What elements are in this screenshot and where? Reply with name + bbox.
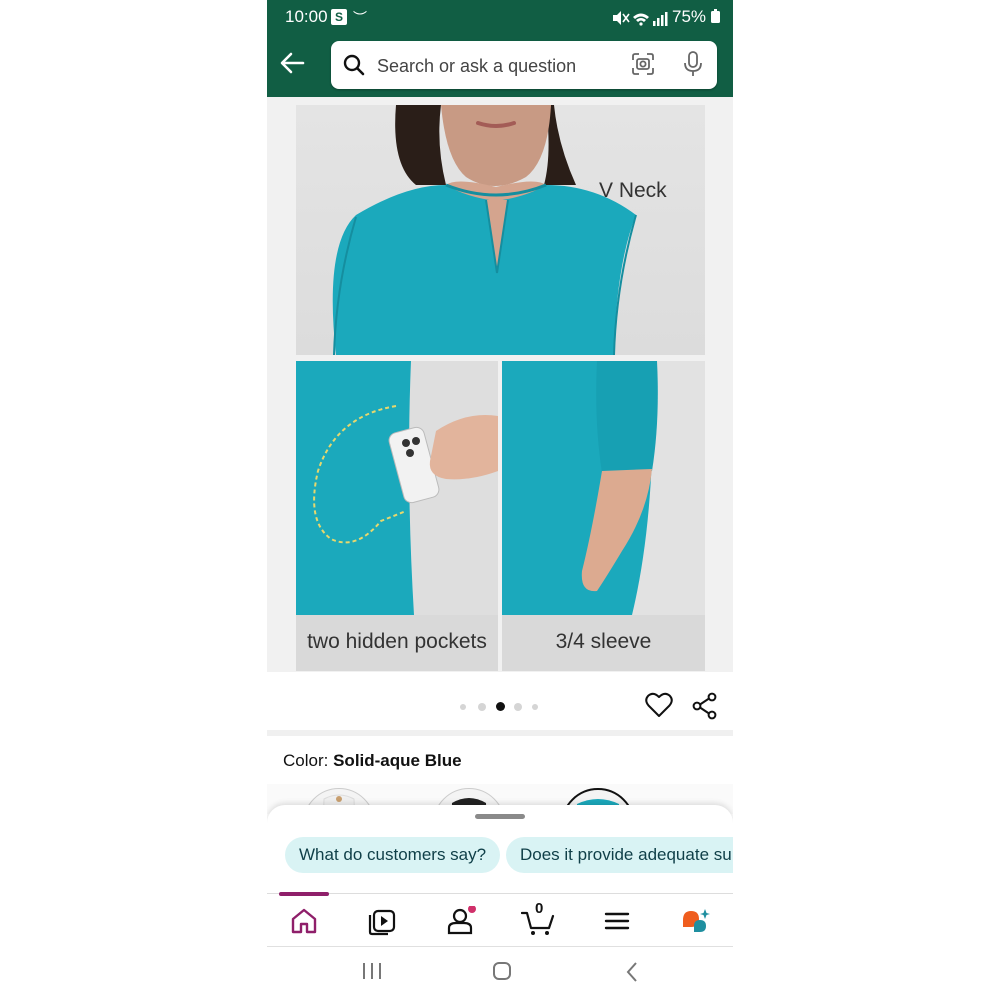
home-icon[interactable] bbox=[288, 906, 320, 936]
section-divider bbox=[267, 730, 733, 736]
active-tab-indicator bbox=[279, 892, 329, 896]
question-chip[interactable]: Does it provide adequate su bbox=[506, 837, 733, 873]
heart-icon[interactable] bbox=[645, 692, 673, 718]
battery-level: 75% bbox=[672, 7, 720, 27]
pocket-illustration bbox=[296, 361, 498, 615]
caption-sleeve: 3/4 sleeve bbox=[502, 615, 705, 671]
pager-dot-active[interactable] bbox=[496, 702, 505, 711]
caption-neck: V Neck bbox=[599, 179, 667, 202]
account-icon[interactable] bbox=[444, 906, 476, 936]
rufus-assistant-icon[interactable] bbox=[680, 906, 712, 936]
search-input[interactable] bbox=[375, 50, 609, 82]
app-badge-icon: S bbox=[331, 9, 347, 25]
recent-apps-icon[interactable] bbox=[361, 961, 383, 981]
product-image-gallery[interactable]: V Neck two hidden pockets 3/4 sleeve bbox=[267, 97, 733, 672]
notification-icon: ︶ bbox=[353, 10, 367, 26]
pager-dot[interactable] bbox=[478, 702, 486, 711]
sleeve-illustration bbox=[502, 361, 705, 615]
camera-lens-icon[interactable] bbox=[631, 52, 655, 76]
search-icon bbox=[343, 54, 365, 76]
suggested-questions-sheet: What do customers say? Does it provide a… bbox=[267, 805, 733, 893]
pager-dot[interactable] bbox=[460, 703, 466, 710]
microphone-icon[interactable] bbox=[683, 51, 703, 77]
android-navigation-bar bbox=[267, 947, 733, 1000]
battery-percent: 75% bbox=[672, 7, 707, 26]
cart-count: 0 bbox=[535, 900, 544, 917]
color-value: Solid-aque Blue bbox=[333, 751, 462, 770]
app-header: 10:00 S ︶ 75% bbox=[267, 0, 733, 97]
status-bar: 10:00 S ︶ 75% bbox=[267, 0, 733, 34]
sheet-drag-handle[interactable] bbox=[475, 814, 525, 819]
color-selection-label: Color: Solid-aque Blue bbox=[283, 751, 462, 771]
question-chip[interactable]: What do customers say? bbox=[285, 837, 501, 873]
bottom-navigation: 0 bbox=[267, 892, 733, 946]
search-bar[interactable] bbox=[331, 41, 717, 89]
menu-icon[interactable] bbox=[601, 906, 633, 936]
pager-dot[interactable] bbox=[514, 702, 522, 711]
status-time: 10:00 bbox=[285, 7, 328, 26]
video-icon[interactable] bbox=[366, 906, 398, 936]
pager-dot[interactable] bbox=[532, 703, 538, 710]
phone-screen: 10:00 S ︶ 75% Search or ask a question V… bbox=[267, 0, 733, 1000]
home-nav-icon[interactable] bbox=[492, 961, 512, 981]
image-panel-sleeve: 3/4 sleeve bbox=[502, 361, 705, 671]
color-label: Color: bbox=[283, 751, 329, 770]
image-panel-pockets: two hidden pockets bbox=[296, 361, 498, 671]
model-neck-illustration bbox=[332, 105, 637, 355]
cart-button[interactable]: 0 bbox=[520, 900, 557, 936]
back-arrow-icon[interactable] bbox=[277, 48, 307, 78]
caption-pockets: two hidden pockets bbox=[296, 615, 498, 671]
image-panel-neck: V Neck bbox=[296, 105, 705, 355]
battery-icon bbox=[710, 9, 720, 23]
back-nav-icon[interactable] bbox=[625, 961, 639, 983]
signal-icons bbox=[613, 11, 668, 26]
share-icon[interactable] bbox=[691, 692, 719, 720]
